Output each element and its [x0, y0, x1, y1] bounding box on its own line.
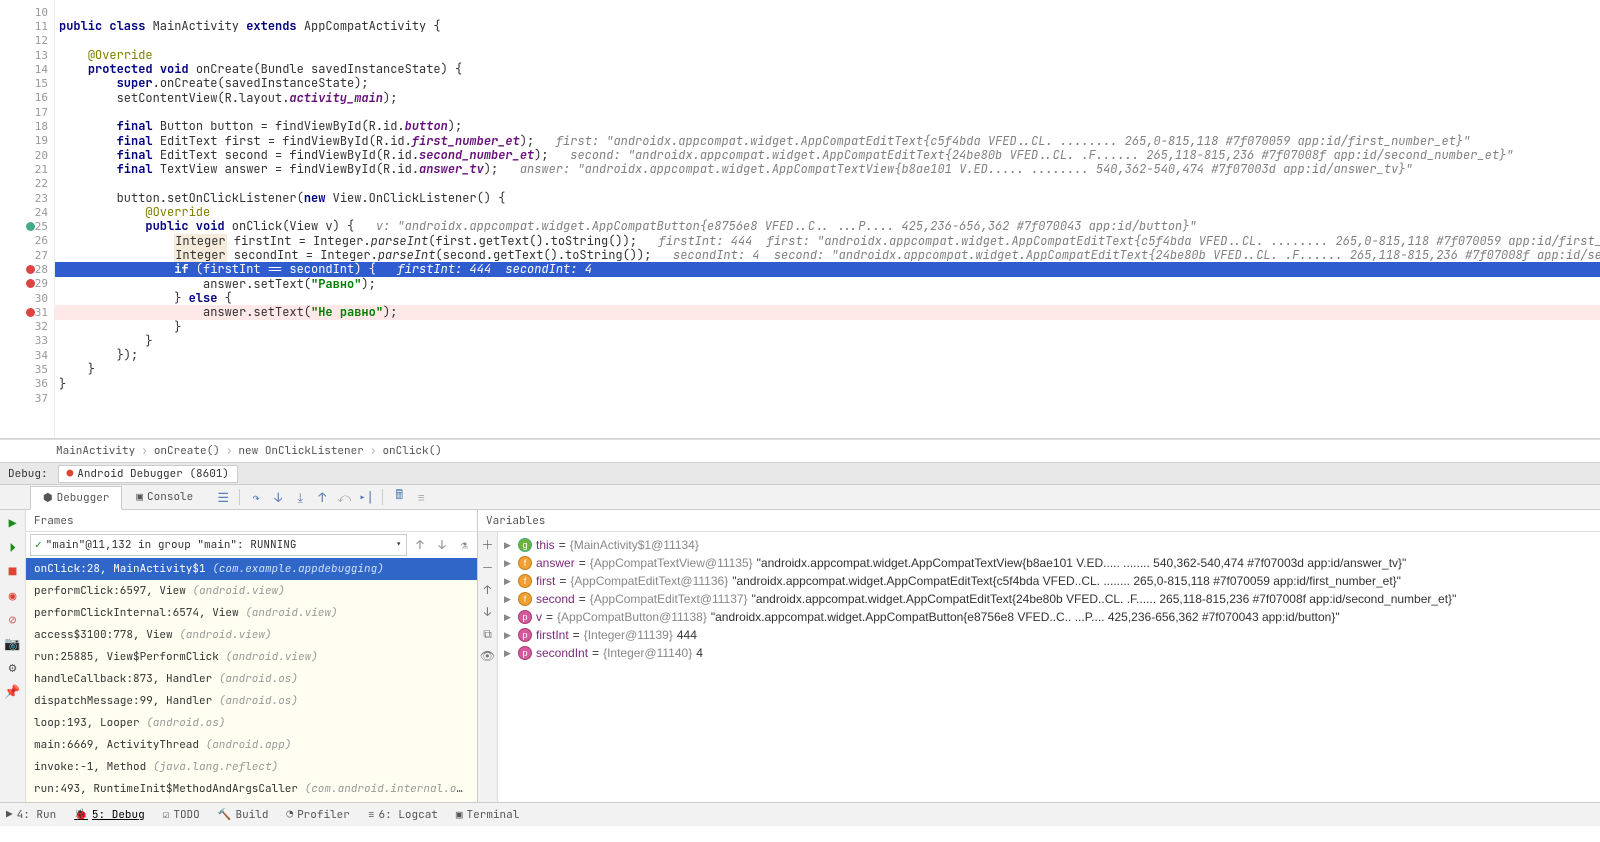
step-into-button[interactable]: ↓ [268, 487, 288, 507]
resume-button[interactable]: ⏵ [4, 538, 22, 556]
show-watches-button[interactable]: 👁 [480, 648, 495, 664]
tab-console[interactable]: ▣ Console [124, 486, 205, 508]
frames-panel: Frames ✓"main"@11,132 in group "main": R… [26, 510, 478, 802]
tab-debugger[interactable]: ⬢ Debugger [30, 486, 122, 510]
trace-icon[interactable]: ≡ [411, 487, 431, 507]
frame-item[interactable]: run:25885, View$PerformClick (android.vi… [26, 646, 477, 668]
move-down-button[interactable]: ↓ [484, 604, 491, 620]
debug-body: ▶ ⏵ ■ ◉ ⊘ 📷 ⚙ 📌 Frames ✓"main"@11,132 in… [0, 510, 1600, 802]
variables-toolbar: ＋ － ↑ ↓ ⧉ 👁 [478, 532, 498, 802]
terminal-tool-tab[interactable]: ▣ Terminal [456, 808, 519, 822]
variable-row[interactable]: ▶f second = {AppCompatEditText@11137} "a… [504, 590, 1594, 608]
editor-pane: 1011121314151617181920212223242526272829… [0, 0, 1600, 439]
thread-selector[interactable]: ✓"main"@11,132 in group "main": RUNNING … [30, 534, 407, 556]
remove-watch-button[interactable]: － [481, 559, 493, 576]
variable-row[interactable]: ▶g this = {MainActivity$1@11134} [504, 536, 1594, 554]
debug-icon: ● [67, 467, 74, 481]
copy-watch-button[interactable]: ⧉ [483, 626, 492, 642]
variable-row[interactable]: ▶p firstInt = {Integer@11139} 444 [504, 626, 1594, 644]
variable-row[interactable]: ▶p v = {AppCompatButton@11138} "androidx… [504, 608, 1594, 626]
get-thread-dump-button[interactable]: 📷 [4, 634, 22, 652]
variable-row[interactable]: ▶f first = {AppCompatEditText@11136} "an… [504, 572, 1594, 590]
frame-item[interactable]: onClick:28, MainActivity$1 (com.example.… [26, 558, 477, 580]
frame-item[interactable]: performClickInternal:6574, View (android… [26, 602, 477, 624]
debugger-icon: ⬢ [43, 491, 53, 505]
frame-item[interactable]: dispatchMessage:99, Handler (android.os) [26, 690, 477, 712]
build-tool-tab[interactable]: 🔨 Build [218, 808, 269, 822]
pin-tab-button[interactable]: 📌 [4, 682, 22, 700]
variables-tree[interactable]: ▶g this = {MainActivity$1@11134}▶f answe… [498, 532, 1600, 802]
frame-item[interactable]: main:858, ZygoteInit (com.android.intern… [26, 800, 477, 802]
profiler-tool-tab[interactable]: ◔ Profiler [286, 808, 349, 822]
frame-item[interactable]: run:493, RuntimeInit$MethodAndArgsCaller… [26, 778, 477, 800]
breadcrumb-item[interactable]: MainActivity [56, 444, 135, 458]
variables-header: Variables [478, 510, 1600, 532]
variables-panel: Variables ＋ － ↑ ↓ ⧉ 👁 ▶g this = {MainAct… [478, 510, 1600, 802]
chevron-down-icon: ▾ [395, 538, 402, 552]
todo-tool-tab[interactable]: ☑ TODO [163, 808, 200, 822]
logcat-tool-tab[interactable]: ≡ 6: Logcat [368, 808, 438, 822]
breadcrumb-item[interactable]: onCreate() [154, 444, 220, 458]
drop-frame-button[interactable]: ⤺ [334, 487, 354, 507]
evaluate-expression-button[interactable]: 🖩 [389, 487, 409, 507]
filter-frames-button[interactable]: ⚗ [455, 536, 473, 554]
layout-settings-icon[interactable]: ☰ [213, 487, 233, 507]
code-area[interactable]: public class MainActivity extends AppCom… [55, 0, 1600, 438]
frame-item[interactable]: loop:193, Looper (android.os) [26, 712, 477, 734]
frame-item[interactable]: main:6669, ActivityThread (android.app) [26, 734, 477, 756]
debug-label: Debug: [4, 467, 52, 481]
console-icon: ▣ [136, 490, 143, 504]
settings-button[interactable]: ⚙ [4, 658, 22, 676]
editor-gutter[interactable]: 1011121314151617181920212223242526272829… [0, 0, 55, 438]
breadcrumb[interactable]: MainActivity› onCreate()› new OnClickLis… [0, 439, 1600, 463]
stop-button[interactable]: ■ [4, 562, 22, 580]
move-up-button[interactable]: ↑ [484, 582, 491, 598]
debugger-session-tab[interactable]: ● Android Debugger (8601) [58, 465, 238, 483]
step-out-button[interactable]: ↑ [312, 487, 332, 507]
frames-header: Frames [26, 510, 477, 532]
variable-row[interactable]: ▶f answer = {AppCompatTextView@11135} "a… [504, 554, 1594, 572]
force-step-into-button[interactable]: ⤓ [290, 487, 310, 507]
run-to-cursor-button[interactable]: ▸| [356, 487, 376, 507]
bottom-tool-bar: ▶ 4: Run 🐞 5: Debug ☑ TODO 🔨 Build ◔ Pro… [0, 802, 1600, 826]
frame-item[interactable]: performClick:6597, View (android.view) [26, 580, 477, 602]
rerun-button[interactable]: ▶ [4, 514, 22, 532]
step-over-button[interactable]: ↷ [246, 487, 266, 507]
debug-tool-window-header: Debug: ● Android Debugger (8601) [0, 463, 1600, 485]
breadcrumb-item[interactable]: new OnClickListener [238, 444, 363, 458]
add-watch-button[interactable]: ＋ [481, 536, 493, 553]
debug-tool-tab[interactable]: 🐞 5: Debug [74, 808, 145, 822]
frame-item[interactable]: access$3100:778, View (android.view) [26, 624, 477, 646]
run-tool-tab[interactable]: ▶ 4: Run [6, 808, 56, 822]
prev-frame-button[interactable]: ↑ [411, 536, 429, 554]
frame-item[interactable]: handleCallback:873, Handler (android.os) [26, 668, 477, 690]
frame-item[interactable]: invoke:-1, Method (java.lang.reflect) [26, 756, 477, 778]
debug-toolbar: ⬢ Debugger ▣ Console ☰ ↷ ↓ ⤓ ↑ ⤺ ▸| 🖩 ≡ [0, 485, 1600, 510]
variable-row[interactable]: ▶p secondInt = {Integer@11140} 4 [504, 644, 1594, 662]
frames-list[interactable]: onClick:28, MainActivity$1 (com.example.… [26, 558, 477, 802]
debug-left-toolbar: ▶ ⏵ ■ ◉ ⊘ 📷 ⚙ 📌 [0, 510, 26, 802]
mute-breakpoints-button[interactable]: ⊘ [4, 610, 22, 628]
view-breakpoints-button[interactable]: ◉ [4, 586, 22, 604]
breadcrumb-item[interactable]: onClick() [382, 444, 441, 458]
next-frame-button[interactable]: ↓ [433, 536, 451, 554]
